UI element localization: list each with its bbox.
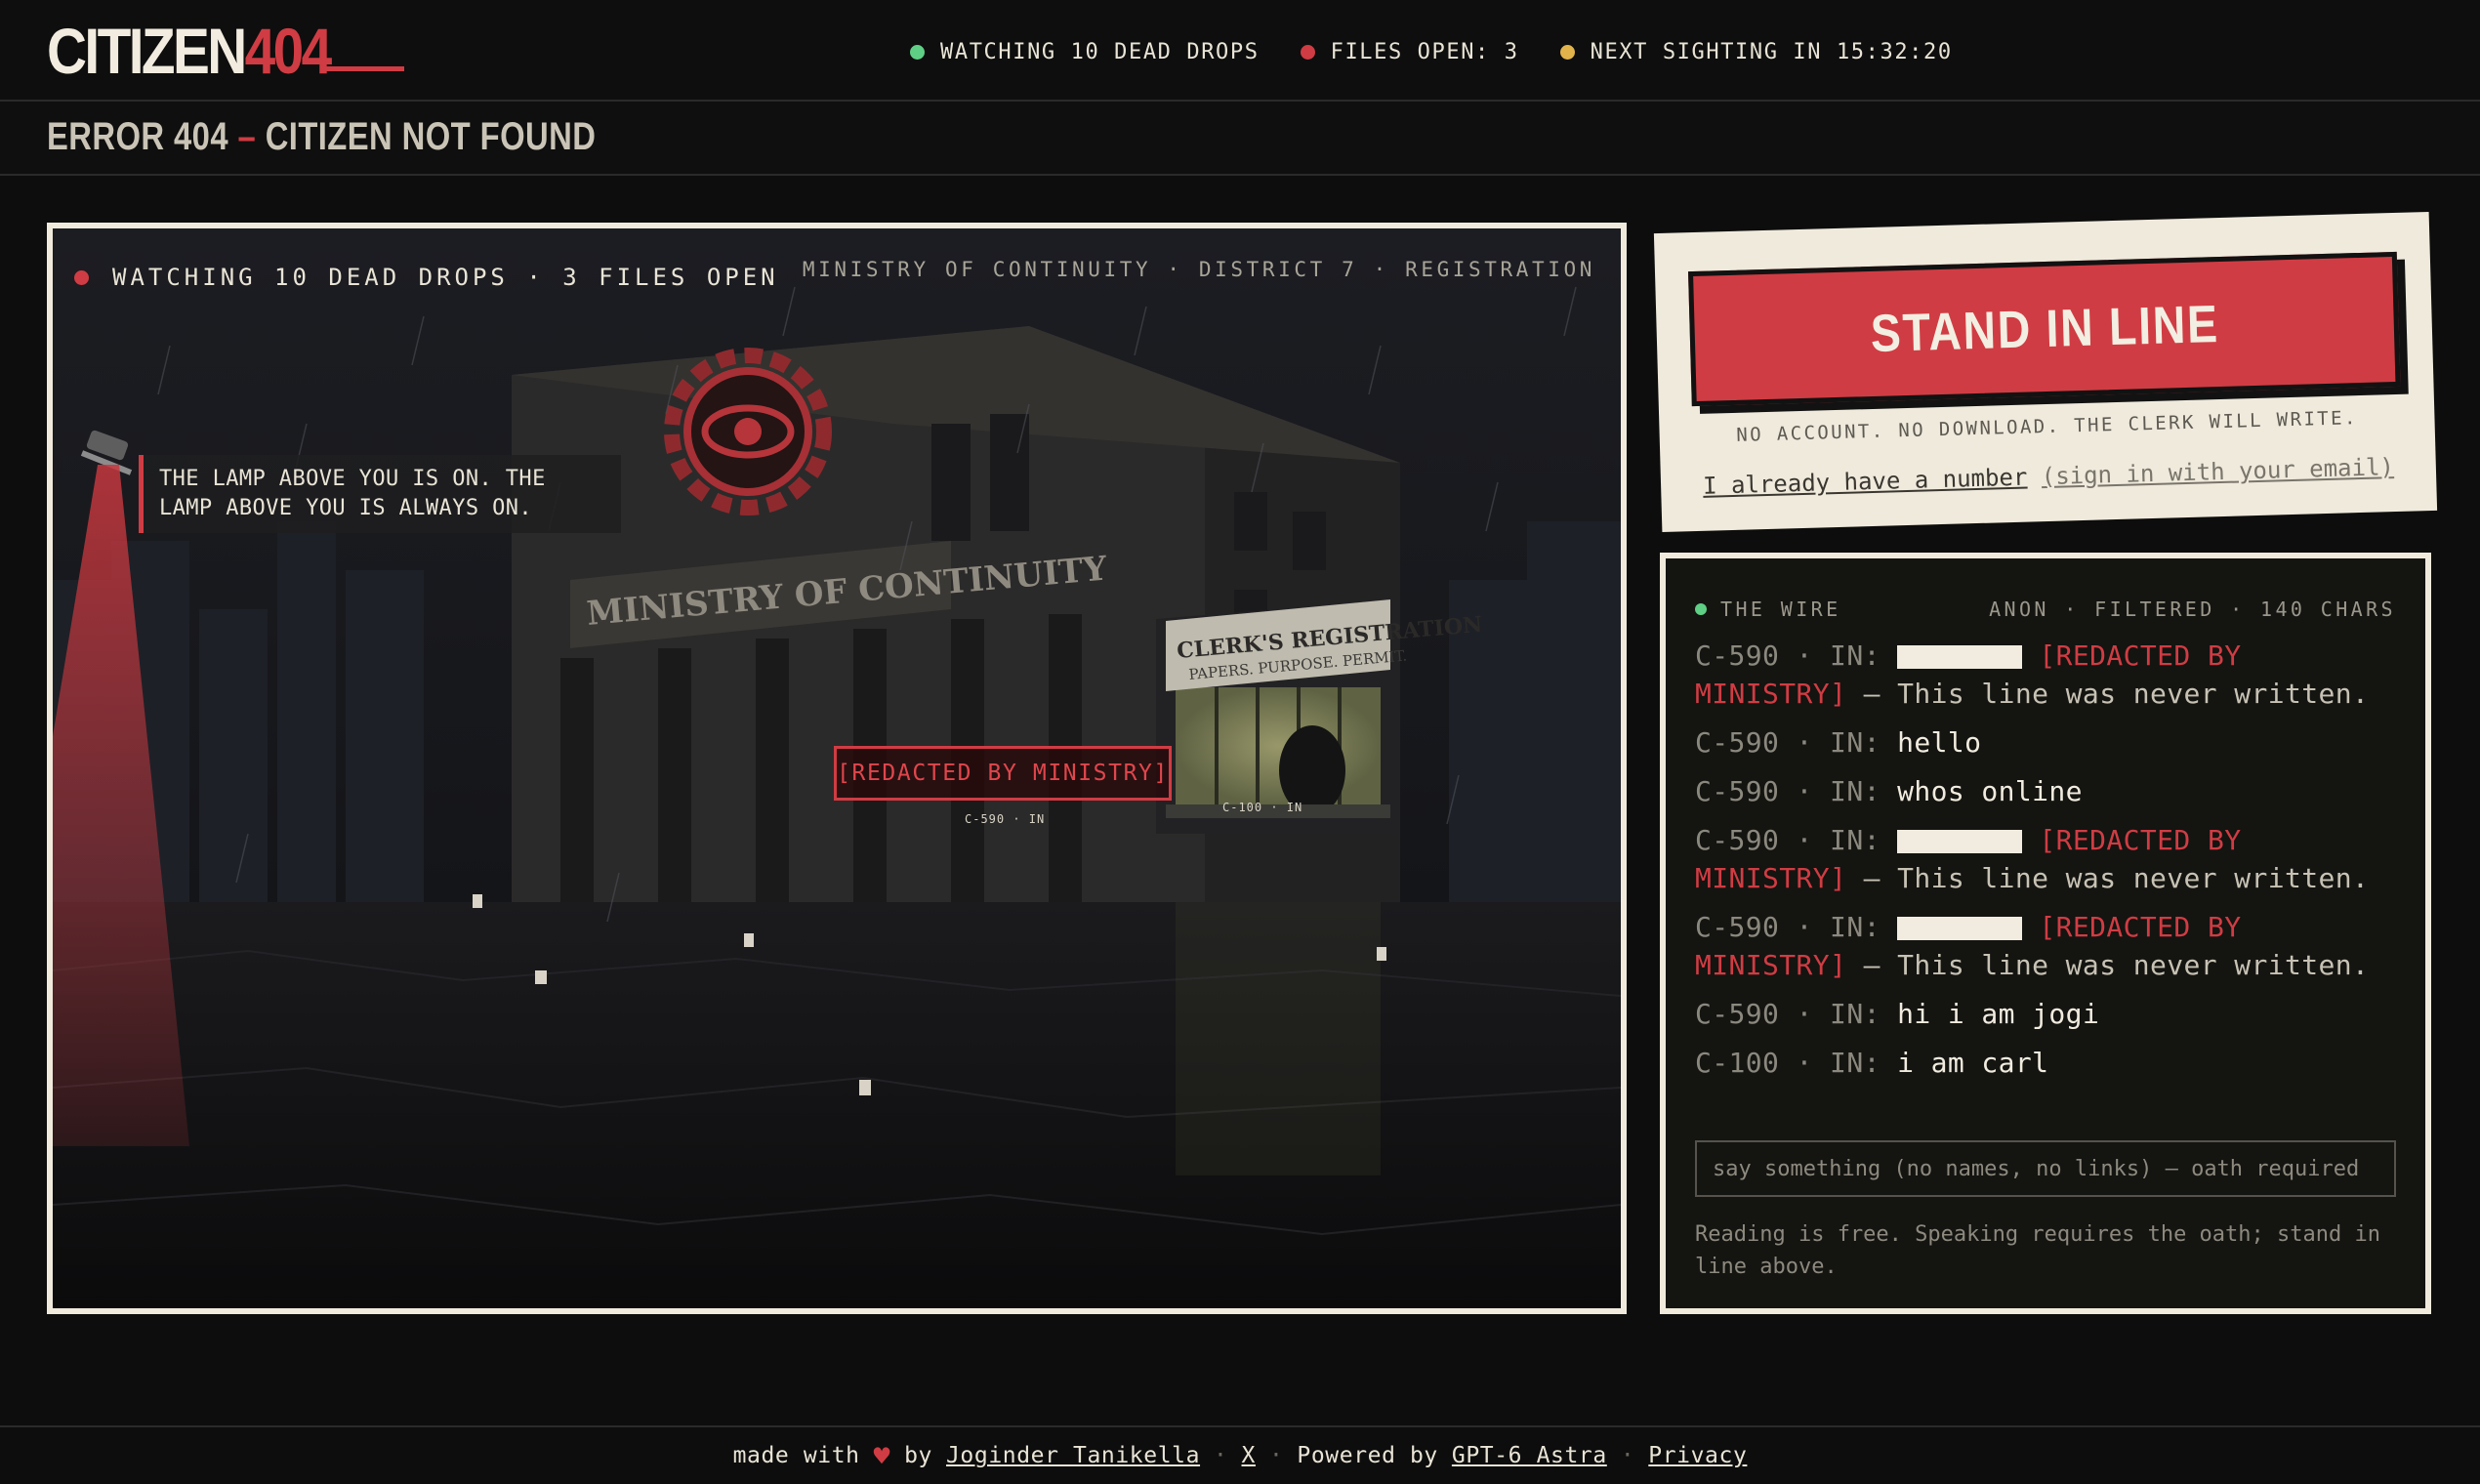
brand-logo[interactable]: CITIZEN404 xyxy=(47,15,333,87)
wire-message: C-100 · IN: i am carl xyxy=(1695,1044,2396,1082)
message-sender: C-590 · IN: xyxy=(1695,998,1881,1030)
message-text: hi i am jogi xyxy=(1897,998,2100,1030)
logo-cursor xyxy=(324,66,404,71)
message-sender: C-100 · IN: xyxy=(1695,1047,1881,1079)
message-sender: C-590 · IN: xyxy=(1695,726,1881,759)
wire-title: THE WIRE xyxy=(1720,598,1841,621)
message-sender: C-590 · IN: xyxy=(1695,824,1881,856)
wire-message: C-590 · IN: hi i am jogi xyxy=(1695,995,2396,1033)
footer: made with ♥ by Joginder Tanikella · X · … xyxy=(0,1425,2480,1484)
cta-note: NO ACCOUNT. NO DOWNLOAD. THE CLERK WILL … xyxy=(1736,407,2359,446)
page-title-bar: ERROR 404 – CITIZEN NOT FOUND xyxy=(0,102,2480,176)
message-text: i am carl xyxy=(1897,1047,2049,1079)
brand-word: CITIZEN xyxy=(47,15,247,87)
message-tail: — This line was never written. xyxy=(1846,949,2370,981)
redacted-sign[interactable]: [REDACTED BY MINISTRY] xyxy=(834,746,1172,801)
wire-meta: ANON · FILTERED · 140 CHARS xyxy=(1989,598,2396,621)
recording-dot xyxy=(74,269,89,285)
engine-link[interactable]: GPT-6 Astra xyxy=(1452,1443,1607,1468)
stand-in-line-button[interactable]: STAND IN LINE xyxy=(1687,251,2401,407)
status-dead-drops: WATCHING 10 DEAD DROPS xyxy=(910,40,1260,64)
wire-message: C-590 · IN: [REDACTED BY MINISTRY] — Thi… xyxy=(1695,821,2396,897)
footer-separator: · xyxy=(1214,1443,1228,1468)
wire-message-list[interactable]: C-590 · IN: [REDACTED BY MINISTRY] — Thi… xyxy=(1695,637,2396,1092)
scene-status-text: WATCHING 10 DEAD DROPS · 3 FILES OPEN xyxy=(112,264,779,291)
status-label: WATCHING 10 DEAD DROPS xyxy=(940,39,1260,64)
redaction-bar xyxy=(1897,830,2023,853)
sign-in-email-link[interactable]: (sign in with your email) xyxy=(2041,453,2394,490)
wire-message: C-590 · IN: hello xyxy=(1695,723,2396,762)
heart-icon: ♥ xyxy=(873,1439,891,1472)
top-bar: CITIZEN404 WATCHING 10 DEAD DROPS FILES … xyxy=(0,0,2480,102)
page-title-dash: – xyxy=(237,115,257,158)
brand-number: 404 xyxy=(244,15,333,87)
wire-message: C-590 · IN: whos online xyxy=(1695,772,2396,810)
message-tail: — This line was never written. xyxy=(1846,678,2370,710)
status-label: NEXT SIGHTING IN 15:32:20 xyxy=(1590,39,1953,64)
stand-in-line-label: STAND IN LINE xyxy=(1869,295,2219,363)
status-label: FILES OPEN: 3 xyxy=(1330,39,1519,64)
page-title-text: CITIZEN NOT FOUND xyxy=(265,115,597,158)
status-strip: WATCHING 10 DEAD DROPS FILES OPEN: 3 NEX… xyxy=(910,37,1953,66)
message-sender: C-590 · IN: xyxy=(1695,911,1881,943)
page-title-code: ERROR 404 xyxy=(47,115,228,158)
status-next-sighting: NEXT SIGHTING IN 15:32:20 xyxy=(1559,39,1953,64)
scene-status: WATCHING 10 DEAD DROPS · 3 FILES OPEN xyxy=(74,264,779,291)
redacted-tag: C-590 · IN xyxy=(965,812,1046,826)
sign-in-link-row: I already have a number (sign in with yo… xyxy=(1661,452,2436,501)
sign-in-link[interactable]: I already have a number xyxy=(1703,464,2028,500)
footer-separator: · xyxy=(1268,1443,1284,1468)
redaction-bar xyxy=(1897,645,2023,669)
wire-header: THE WIRE ANON · FILTERED · 140 CHARS xyxy=(1695,598,2396,621)
message-sender: C-590 · IN: xyxy=(1695,775,1881,807)
message-tail: — This line was never written. xyxy=(1846,862,2370,894)
x-link[interactable]: X xyxy=(1242,1443,1256,1468)
privacy-link[interactable]: Privacy xyxy=(1648,1443,1747,1468)
the-wire-panel: THE WIRE ANON · FILTERED · 140 CHARS C-5… xyxy=(1660,553,2431,1314)
status-dot-green xyxy=(910,44,925,60)
clerk-tag: C-100 · IN xyxy=(1222,801,1303,814)
ministry-scene[interactable]: MINISTRY OF CONTINUITY CLERK'S REGISTRAT… xyxy=(47,223,1627,1314)
message-text: whos online xyxy=(1897,775,2083,807)
footer-by: by xyxy=(904,1443,932,1468)
footer-separator: · xyxy=(1620,1443,1635,1468)
stand-in-line-card: STAND IN LINE NO ACCOUNT. NO DOWNLOAD. T… xyxy=(1653,211,2438,533)
scene-location: MINISTRY OF CONTINUITY · DISTRICT 7 · RE… xyxy=(802,258,1595,281)
wire-message-input[interactable] xyxy=(1695,1140,2396,1197)
wire-footnote: Reading is free. Speaking requires the o… xyxy=(1695,1222,2380,1279)
page-title: ERROR 404 – CITIZEN NOT FOUND xyxy=(47,115,596,159)
message-sender: C-590 · IN: xyxy=(1695,639,1881,672)
status-dot-red xyxy=(1300,44,1315,60)
footer-made-with: made with xyxy=(732,1443,860,1468)
lamp-caption: THE LAMP ABOVE YOU IS ON. THE LAMP ABOVE… xyxy=(139,455,621,533)
redaction-bar xyxy=(1897,917,2023,940)
wire-message: C-590 · IN: [REDACTED BY MINISTRY] — Thi… xyxy=(1695,908,2396,984)
status-dot-amber xyxy=(1559,44,1575,60)
live-dot xyxy=(1695,603,1707,615)
footer-powered-by: Powered by xyxy=(1297,1443,1438,1468)
message-text: hello xyxy=(1897,726,1982,759)
author-link[interactable]: Joginder Tanikella xyxy=(946,1443,1200,1468)
status-files-open: FILES OPEN: 3 xyxy=(1300,39,1519,64)
wire-message: C-590 · IN: [REDACTED BY MINISTRY] — Thi… xyxy=(1695,637,2396,713)
